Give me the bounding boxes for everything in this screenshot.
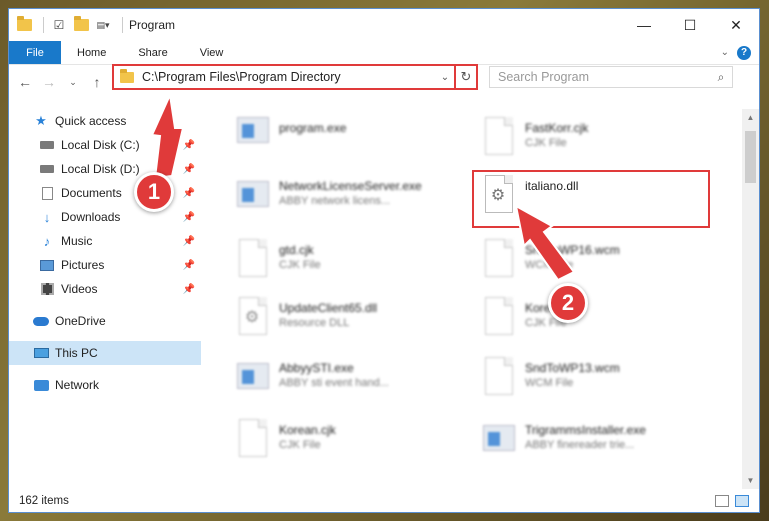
sidebar-item-this-pc[interactable]: This PC	[9, 341, 201, 365]
pin-icon: 📌	[182, 163, 195, 175]
file-item[interactable]: FastKorr.cjk CJK File	[483, 115, 713, 171]
scrollbar-thumb[interactable]	[745, 131, 756, 183]
pin-icon: 📌	[182, 235, 195, 247]
callout-step-1: 1	[134, 172, 174, 212]
sidebar-item-videos[interactable]: Videos 📌	[9, 277, 201, 301]
sidebar-item-pictures[interactable]: Pictures 📌	[9, 253, 201, 277]
close-button[interactable]: ✕	[713, 9, 759, 41]
picture-icon	[39, 258, 55, 272]
sidebar-item-network[interactable]: Network	[9, 373, 201, 397]
tab-home[interactable]: Home	[61, 41, 122, 64]
tab-view[interactable]: View	[184, 41, 240, 64]
vertical-scrollbar[interactable]: ▲ ▼	[742, 109, 759, 489]
music-note-icon: ♪	[43, 233, 51, 249]
search-icon[interactable]: ⌕	[710, 70, 732, 85]
expand-ribbon-icon[interactable]: ⌄	[721, 47, 729, 58]
scroll-up-icon[interactable]: ▲	[742, 109, 759, 126]
refresh-icon[interactable]: ↻	[454, 66, 476, 88]
exe-file-icon	[237, 173, 269, 215]
document-file-icon	[237, 417, 269, 459]
maximize-button[interactable]: ☐	[667, 9, 713, 41]
tab-file[interactable]: File	[9, 41, 61, 64]
exe-file-icon	[237, 355, 269, 397]
exe-file-icon	[237, 115, 269, 157]
drive-icon	[39, 162, 55, 176]
scroll-down-icon[interactable]: ▼	[742, 472, 759, 489]
file-item[interactable]: program.exe	[237, 115, 467, 171]
up-arrow-icon[interactable]: ↑	[87, 71, 107, 93]
navigation-pane: ★ Quick access Local Disk (C:) 📌 Local D…	[9, 109, 201, 489]
file-item[interactable]: TrigrammsInstaller.exe ABBY finereader tr…	[483, 417, 713, 473]
tab-share[interactable]: Share	[122, 41, 183, 64]
help-icon[interactable]: ?	[737, 45, 751, 60]
highlight-box	[472, 170, 710, 228]
search-input[interactable]: Search Program ⌕	[489, 66, 733, 88]
pin-icon: 📌	[182, 187, 195, 199]
cloud-icon	[33, 314, 49, 328]
details-view-icon[interactable]	[715, 495, 729, 507]
document-file-icon	[483, 237, 515, 279]
document-file-icon	[483, 115, 515, 157]
properties-icon[interactable]: ☑	[50, 16, 68, 34]
back-arrow-icon[interactable]: ←	[15, 71, 35, 93]
large-icons-view-icon[interactable]	[735, 495, 749, 507]
file-item[interactable]: SndToWP13.wcm WCM File	[483, 355, 713, 411]
file-item[interactable]: SndToWP16.wcm WCM File	[483, 237, 713, 293]
dll-file-icon: ⚙	[237, 295, 269, 337]
sidebar-item-local-disk-d[interactable]: Local Disk (D:) 📌	[9, 157, 201, 181]
computer-icon	[33, 346, 49, 360]
title-bar: ☑ ▤▾ Program — ☐ ✕	[9, 9, 759, 41]
sidebar-item-quick-access[interactable]: ★ Quick access	[9, 109, 201, 133]
file-item[interactable]: ⚙ UpdateClient65.dll Resource DLL	[237, 295, 467, 351]
file-item[interactable]: Korean.cjk CJK File	[237, 417, 467, 473]
document-file-icon	[237, 237, 269, 279]
file-item[interactable]: gtd.cjk CJK File	[237, 237, 467, 293]
exe-file-icon	[483, 417, 515, 459]
sidebar-item-downloads[interactable]: ↓ Downloads 📌	[9, 205, 201, 229]
window-title: Program	[129, 18, 176, 32]
star-icon: ★	[35, 113, 47, 128]
download-icon: ↓	[43, 209, 51, 225]
pin-icon: 📌	[182, 139, 195, 151]
folder-icon	[15, 16, 33, 34]
network-icon	[33, 378, 49, 392]
status-bar: 162 items	[9, 490, 759, 512]
pin-icon: 📌	[182, 211, 195, 223]
document-icon	[39, 186, 55, 200]
film-icon	[39, 282, 55, 296]
pin-icon: 📌	[182, 259, 195, 271]
address-path[interactable]: C:\Program Files\Program Directory	[142, 70, 436, 84]
new-folder-icon[interactable]	[72, 16, 90, 34]
callout-step-2: 2	[548, 283, 588, 323]
customize-quick-access-icon[interactable]: ▤▾	[94, 16, 112, 34]
file-item[interactable]: Korean...CJK File	[483, 295, 713, 351]
file-item[interactable]: AbbyySTI.exe ABBY sti event hand...	[237, 355, 467, 411]
chevron-down-icon[interactable]: ⌄	[436, 72, 454, 83]
document-file-icon	[483, 355, 515, 397]
folder-icon	[120, 68, 134, 83]
forward-arrow-icon[interactable]: →	[39, 71, 59, 93]
sidebar-item-music[interactable]: ♪ Music 📌	[9, 229, 201, 253]
minimize-button[interactable]: —	[621, 9, 667, 41]
item-count: 162 items	[19, 495, 69, 507]
pin-icon: 📌	[182, 283, 195, 295]
file-item[interactable]: NetworkLicenseServer.exe ABBY network lic…	[237, 173, 467, 229]
sidebar-item-local-disk-c[interactable]: Local Disk (C:) 📌	[9, 133, 201, 157]
file-list: program.exe FastKorr.cjk CJK File Network…	[205, 109, 737, 489]
document-file-icon	[483, 295, 515, 337]
ribbon: File Home Share View ⌄ ?	[9, 41, 759, 65]
sidebar-item-onedrive[interactable]: OneDrive	[9, 309, 201, 333]
drive-icon	[39, 138, 55, 152]
recent-locations-chevron-icon[interactable]: ⌄	[63, 71, 83, 93]
address-bar[interactable]: C:\Program Files\Program Directory ⌄ ↻	[112, 64, 478, 90]
